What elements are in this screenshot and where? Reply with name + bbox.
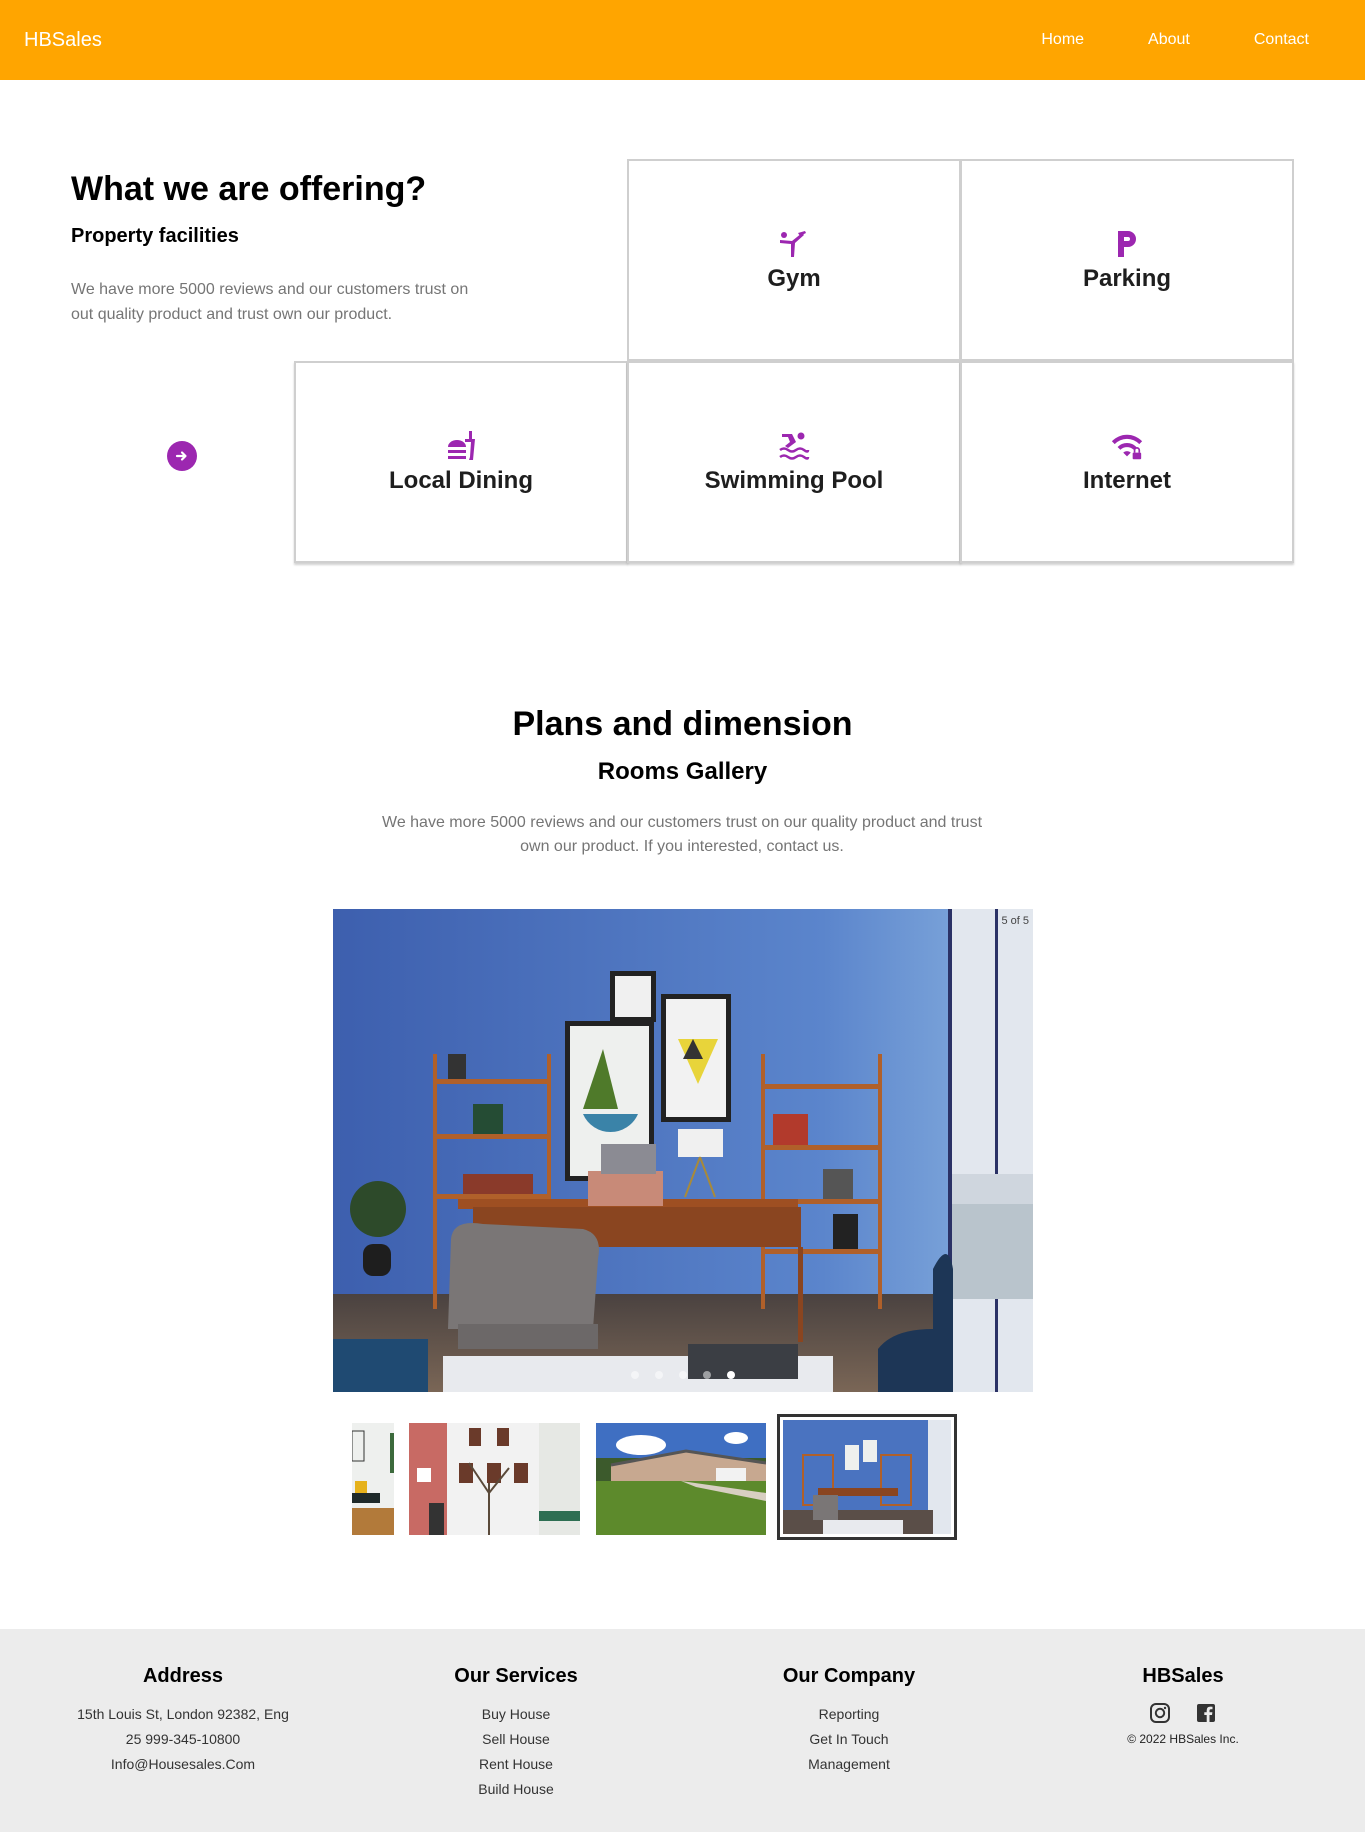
gallery-thumbnail-3[interactable] <box>596 1423 766 1535</box>
facility-label: Local Dining <box>389 467 533 494</box>
nav-links: Home About Contact <box>1009 0 1365 80</box>
office-room-image <box>333 909 1033 1392</box>
suburban-house-thumb-image <box>596 1423 766 1535</box>
living-room-thumb-image <box>352 1423 394 1535</box>
plans-title: Plans and dimension <box>512 705 853 743</box>
footer-address-heading: Address <box>142 1665 224 1687</box>
footer-email[interactable]: Info@Housesales.Com <box>13 1752 353 1777</box>
footer-company-heading: Our Company <box>782 1665 916 1687</box>
slide-dots <box>333 1371 1033 1379</box>
facility-card-swimming-pool[interactable]: Swimming Pool <box>627 361 961 563</box>
gallery-thumbnail-1[interactable] <box>352 1423 394 1535</box>
footer-brand-column: HBSales © 2022 HBSales Inc. <box>1013 1665 1353 1746</box>
nav-link-home[interactable]: Home <box>1009 31 1116 49</box>
facility-card-local-dining[interactable]: Local Dining <box>294 361 628 563</box>
footer-brand-heading: HBSales <box>1142 1665 1224 1687</box>
instagram-icon[interactable] <box>1149 1702 1171 1724</box>
footer: Address 15th Louis St, London 92382, Eng… <box>0 1629 1365 1832</box>
facility-label: Parking <box>1082 265 1172 292</box>
slide-dot-4[interactable] <box>703 1371 711 1379</box>
slide-dot-2[interactable] <box>655 1371 663 1379</box>
slide-dot-1[interactable] <box>631 1371 639 1379</box>
facility-card-internet[interactable]: Internet <box>960 361 1294 563</box>
footer-link-get-in-touch[interactable]: Get In Touch <box>679 1727 1019 1752</box>
facebook-icon[interactable] <box>1195 1702 1217 1724</box>
office-room-thumb-image <box>783 1420 951 1534</box>
facility-card-parking[interactable]: Parking <box>960 159 1294 361</box>
arrow-right-icon <box>175 451 187 461</box>
slide-dot-3[interactable] <box>679 1371 687 1379</box>
slide-counter: 5 of 5 <box>1001 915 1029 927</box>
arrow-right-circle-button[interactable] <box>167 441 197 471</box>
copyright: © 2022 HBSales Inc. <box>1127 1732 1239 1746</box>
footer-link-management[interactable]: Management <box>679 1752 1019 1777</box>
facility-label: Swimming Pool <box>704 467 884 494</box>
slide-dot-5[interactable] <box>727 1371 735 1379</box>
facility-label: Gym <box>767 265 821 292</box>
footer-address-column: Address 15th Louis St, London 92382, Eng… <box>13 1665 353 1777</box>
wifi-lock-icon <box>1110 429 1144 463</box>
plans-description: We have more 5000 reviews and our custom… <box>382 814 983 855</box>
footer-services-column: Our Services Buy House Sell House Rent H… <box>346 1665 686 1802</box>
offering-description: We have more 5000 reviews and our custom… <box>71 281 469 323</box>
footer-link-reporting[interactable]: Reporting <box>679 1702 1019 1727</box>
footer-company-column: Our Company Reporting Get In Touch Manag… <box>679 1665 1019 1777</box>
footer-link-build-house[interactable]: Build House <box>346 1777 686 1802</box>
footer-phone: 25 999-345-10800 <box>125 1731 241 1747</box>
footer-link-rent-house[interactable]: Rent House <box>346 1752 686 1777</box>
offering-subtitle: Property facilities <box>71 225 239 247</box>
gallery-thumbnail-2[interactable] <box>409 1423 580 1535</box>
navbar: HBSales Home About Contact <box>0 0 1365 80</box>
footer-services-heading: Our Services <box>454 1665 578 1687</box>
townhouses-thumb-image <box>409 1423 580 1535</box>
social-links <box>1013 1702 1353 1724</box>
footer-address-line: 15th Louis St, London 92382, Eng <box>77 1706 289 1722</box>
offering-title: What we are offering? <box>71 170 427 208</box>
footer-link-sell-house[interactable]: Sell House <box>346 1727 686 1752</box>
nav-link-about[interactable]: About <box>1116 31 1222 49</box>
gymnastics-icon <box>777 227 811 261</box>
parking-icon <box>1110 227 1144 261</box>
gallery-thumbnail-4[interactable] <box>777 1414 957 1540</box>
footer-link-buy-house[interactable]: Buy House <box>346 1702 686 1727</box>
pool-icon <box>777 429 811 463</box>
gallery-main-image[interactable]: 5 of 5 <box>333 909 1033 1392</box>
brand-logo[interactable]: HBSales <box>24 27 102 53</box>
nav-link-contact[interactable]: Contact <box>1222 31 1365 49</box>
facility-card-gym[interactable]: Gym <box>627 159 961 361</box>
facility-label: Internet <box>1082 467 1171 494</box>
plans-subtitle: Rooms Gallery <box>597 758 768 785</box>
fastfood-icon <box>444 429 478 463</box>
